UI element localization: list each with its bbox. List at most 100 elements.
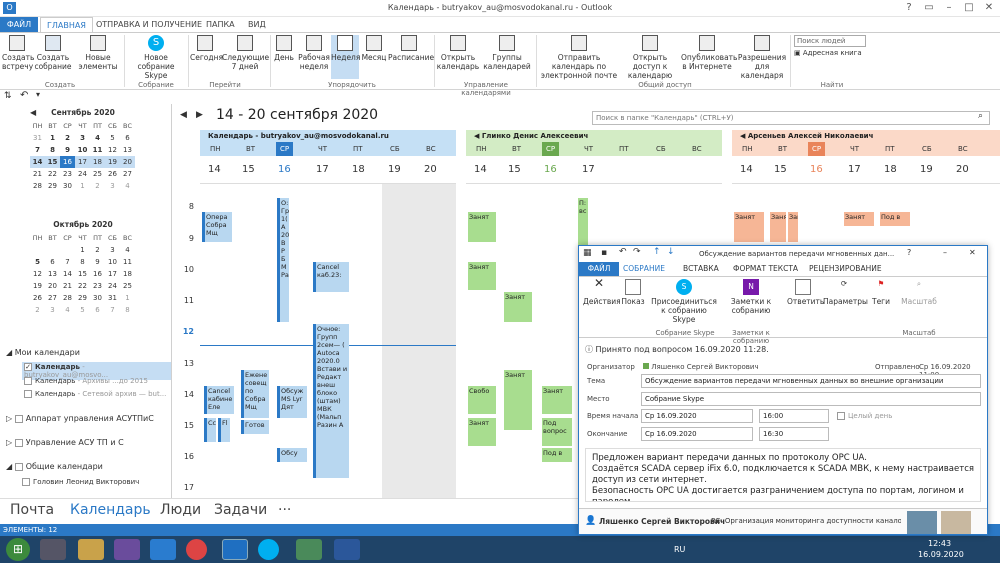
taskbar-skype-icon[interactable] [258, 539, 279, 560]
nav-tasks[interactable]: Задачи [214, 502, 267, 518]
language-indicator[interactable]: RU [674, 545, 685, 554]
start-button[interactable]: ⊞ [6, 538, 30, 561]
event-item[interactable]: Занят [468, 418, 496, 446]
event-item[interactable]: Fl [218, 418, 230, 442]
event-item[interactable]: Ежене совещ по Собра Мщ [241, 370, 269, 418]
mtab-format[interactable]: ФОРМАТ ТЕКСТА [733, 264, 798, 273]
clock-time[interactable]: 12:43 [928, 539, 951, 548]
new-meeting-button[interactable]: Создать собрание [34, 35, 72, 71]
taskbar-app-icon[interactable] [40, 539, 66, 560]
taskbar-ie-icon[interactable] [150, 539, 176, 560]
event-item[interactable]: Занят [468, 262, 496, 290]
folder-group-my-calendars[interactable]: ◢ Мои календари [6, 348, 80, 357]
event-item[interactable]: Опера Собра Мщ [202, 212, 232, 242]
footer-name[interactable]: Ляшенко Сергей Викторович [599, 517, 725, 526]
event-item[interactable]: Под вопрос [542, 418, 572, 446]
tab-home[interactable]: ГЛАВНАЯ [40, 17, 93, 32]
close-button[interactable]: ✕ [969, 248, 976, 257]
prev-week-button[interactable]: ◀ [180, 110, 187, 120]
event-item[interactable]: О: Гр 1( А 20 В Р Б М Ра [277, 198, 289, 322]
tab-view[interactable]: ВИД [242, 17, 272, 32]
mtab-insert[interactable]: ВСТАВКА [683, 264, 719, 273]
ribbon-display-button[interactable]: ▭ [920, 1, 938, 15]
calendar-search-input[interactable]: Поиск в папке "Календарь" (CTRL+У) [592, 111, 990, 125]
nav-people[interactable]: Люди [160, 502, 201, 518]
end-date-field[interactable]: Ср 16.09.2020 [641, 427, 753, 441]
event-item[interactable]: Занят [734, 212, 764, 242]
event-item[interactable]: Очное: Групп 2сем— ( Autoca 2020.0 Встав… [313, 324, 349, 478]
tags-button[interactable]: ⚑ Теги [869, 279, 893, 306]
calendar-item-network-archive[interactable]: Календарь - Сетевой архив — but... [22, 389, 171, 399]
folder-group-apparat[interactable]: ▷ Аппарат управления АСУТПиС [6, 414, 154, 423]
mini-calendar-september[interactable]: ПН ВТ СР ЧТ ПТ СБ ВС 31 1 2 3 4 5 6 7 8 9 10 11 12 13 14 15… [30, 120, 135, 192]
meeting-body[interactable]: Предложен вариант передачи данных по про… [585, 448, 981, 502]
taskbar-chrome-icon[interactable] [186, 539, 207, 560]
reply-button[interactable]: Ответить [787, 279, 824, 306]
folder-group-asu[interactable]: ▷ Управление АСУ ТП и С [6, 438, 124, 447]
event-item[interactable]: Готов [241, 420, 269, 434]
close-button[interactable]: ✕ [980, 1, 998, 15]
event-item[interactable]: Под в [542, 448, 572, 462]
new-items-button[interactable]: Новые элементы [76, 35, 120, 71]
publish-online-button[interactable]: Опубликовать в Интернете [681, 35, 737, 71]
start-time-field[interactable]: 16:00 [759, 409, 829, 423]
mtab-file[interactable]: ФАЙЛ [579, 262, 619, 276]
down-arrow-icon[interactable]: ↓ [667, 247, 675, 257]
maximize-button[interactable]: □ [960, 1, 978, 15]
taskbar-explorer-icon[interactable] [78, 539, 104, 560]
minimize-button[interactable]: – [940, 1, 958, 15]
close-panel-icon[interactable]: ◀ [740, 132, 748, 140]
actions-button[interactable]: ✕ Действия [583, 277, 621, 306]
event-item[interactable]: Свобо [468, 386, 496, 414]
join-skype-button[interactable]: S Присоединиться к собранию Skype [651, 279, 717, 324]
allday-checkbox[interactable]: Целый день [837, 412, 892, 420]
show-button[interactable]: Показ [619, 279, 647, 306]
help-button[interactable]: ? [900, 1, 918, 15]
month-view-button[interactable]: Месяц [361, 35, 387, 62]
search-icon[interactable]: ⌕ [978, 111, 983, 121]
customize-icon[interactable]: ▾ [36, 90, 40, 99]
up-arrow-icon[interactable]: ↑ [653, 247, 661, 257]
taskbar-word-icon[interactable] [334, 539, 360, 560]
mtab-review[interactable]: РЕЦЕНЗИРОВАНИЕ [809, 264, 882, 273]
email-calendar-button[interactable]: Отправить календарь по электронной почте [538, 35, 620, 80]
open-calendar-button[interactable]: Открыть календарь [436, 35, 480, 71]
subject-field[interactable]: Обсуждение вариантов передачи мгновенных… [641, 374, 981, 388]
taskbar-save-icon[interactable] [114, 539, 140, 560]
today-button[interactable]: Сегодня [190, 35, 223, 62]
shared-calendar-item[interactable]: Головин Леонид Викторович [22, 478, 171, 486]
clock-date[interactable]: 16.09.2020 [918, 550, 964, 559]
address-book-button[interactable]: ▣ Адресная книга [794, 49, 874, 57]
zoom-button[interactable]: ⌕ Масштаб [901, 279, 937, 306]
mini-calendar-october[interactable]: ПН ВТ СР ЧТ ПТ СБ ВС 1234 5 6 7 8 9 10 11 12 13 14 15 16… [30, 232, 135, 316]
schedule-view-button[interactable]: Расписание [388, 35, 434, 62]
meeting-notes-button[interactable]: N Заметки к собранию [721, 279, 781, 315]
close-panel-icon[interactable]: ◀ [474, 132, 482, 140]
next-7-days-button[interactable]: Следующие 7 дней [222, 35, 269, 71]
send-receive-icon[interactable]: ⇅ [4, 91, 12, 101]
end-time-field[interactable]: 16:30 [759, 427, 829, 441]
event-item[interactable]: Сс [204, 418, 216, 442]
tab-send-receive[interactable]: ОТПРАВКА И ПОЛУЧЕНИЕ [90, 17, 208, 32]
day-view-button[interactable]: День [272, 35, 296, 62]
taskbar-network-icon[interactable] [296, 539, 322, 560]
undo-icon[interactable]: ↶ [619, 247, 627, 257]
event-item[interactable]: Занят [504, 292, 532, 322]
nav-calendar[interactable]: Календарь [70, 502, 151, 518]
event-item[interactable]: Занят [468, 212, 496, 242]
event-item[interactable]: Занят [542, 386, 572, 414]
redo-icon[interactable]: ↷ [633, 247, 641, 257]
mtab-meeting[interactable]: СОБРАНИЕ [623, 264, 665, 273]
new-appointment-button[interactable]: Создать встречу [2, 35, 34, 71]
week-view-button[interactable]: Неделя [331, 35, 360, 79]
save-icon[interactable]: ▪ [601, 248, 607, 258]
taskbar-outlook-icon[interactable] [222, 539, 248, 560]
event-item[interactable]: Занят [844, 212, 874, 226]
event-item[interactable]: Занят [504, 370, 532, 430]
calendar-groups-button[interactable]: Группы календарей [482, 35, 532, 71]
event-item[interactable]: Под в [880, 212, 910, 226]
location-field[interactable]: Собрание Skype [641, 392, 981, 406]
event-item[interactable]: П: вс [578, 198, 588, 248]
event-item[interactable]: Занят [788, 212, 798, 242]
event-item[interactable]: Занят [770, 212, 786, 242]
